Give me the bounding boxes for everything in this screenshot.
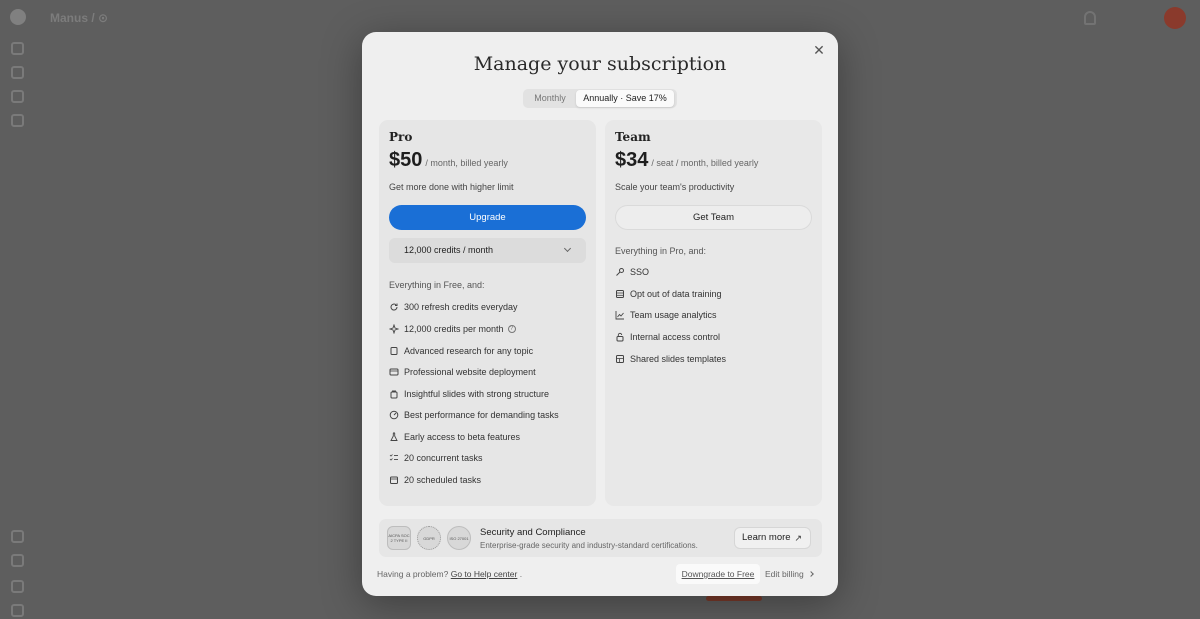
toggle-monthly[interactable]: Monthly	[524, 90, 576, 107]
credits-dropdown[interactable]: 12,000 credits / month	[389, 238, 586, 263]
list-check-icon	[389, 453, 399, 463]
help-icon[interactable]: ?	[507, 325, 516, 333]
price-row: $50 / month, billed yearly	[389, 149, 508, 172]
background-app-title: Manus / ⊙	[50, 11, 109, 25]
sparkle-icon	[389, 324, 399, 334]
feature-item: Professional website deployment	[389, 365, 536, 379]
feature-item: Insightful slides with strong structure	[389, 387, 549, 401]
iso-27001-badge: ISO 27001	[447, 526, 471, 550]
price-note: / seat / month, billed yearly	[651, 158, 759, 168]
plan-price: $50	[389, 149, 423, 171]
learn-more-label: Learn more	[742, 532, 791, 543]
feature-item: Internal access control	[615, 330, 720, 344]
plan-name: Pro	[389, 130, 413, 144]
billing-period-toggle: Monthly Annually · Save 17%	[523, 89, 677, 108]
downgrade-to-free-link[interactable]: Downgrade to Free	[676, 564, 760, 584]
book-icon	[389, 346, 399, 356]
feature-item: 20 scheduled tasks	[389, 473, 481, 487]
feature-item: Advanced research for any topic	[389, 344, 533, 358]
plan-price: $34	[615, 149, 649, 171]
speed-icon	[389, 410, 399, 420]
key-icon	[615, 267, 625, 277]
edit-billing-label: Edit billing	[765, 569, 804, 579]
edit-billing-link[interactable]: Edit billing	[765, 569, 814, 579]
help-icon	[11, 580, 24, 593]
feature-item: 300 refresh credits everyday	[389, 300, 518, 314]
plan-description: Scale your team's productivity	[615, 182, 735, 192]
feature-item: SSO	[615, 265, 649, 279]
folder-icon	[11, 90, 24, 103]
feature-item: Early access to beta features	[389, 430, 520, 444]
chart-icon	[615, 310, 625, 320]
gdpr-badge: GDPR	[417, 526, 441, 550]
feature-item: Best performance for demanding tasks	[389, 408, 559, 422]
feature-item: Opt out of data training	[615, 287, 722, 301]
feature-item: Team usage analytics	[615, 308, 717, 322]
browser-icon	[389, 367, 399, 377]
feature-item: 12,000 credits per month ?	[389, 322, 516, 336]
template-icon	[615, 354, 625, 364]
team-plan-card: Team $34 / seat / month, billed yearly S…	[605, 120, 822, 506]
price-note: / month, billed yearly	[425, 158, 508, 168]
chevron-right-icon	[807, 571, 814, 577]
price-row: $34 / seat / month, billed yearly	[615, 149, 758, 172]
pro-plan-card: Pro $50 / month, billed yearly Get more …	[379, 120, 596, 506]
learn-more-button[interactable]: Learn more ↗	[734, 527, 811, 549]
get-team-button[interactable]: Get Team	[615, 205, 812, 230]
help-center-link[interactable]: Go to Help center	[451, 569, 518, 579]
flask-icon	[389, 432, 399, 442]
security-compliance-bar: AICPA SOC 2 TYPE II GDPR ISO 27001 Secur…	[379, 519, 822, 557]
credits-selected-value: 12,000 credits / month	[404, 245, 494, 255]
apps-icon	[11, 554, 24, 567]
help-footer: Having a problem? Go to Help center .	[377, 569, 522, 579]
notification-icon	[1084, 11, 1096, 25]
plan-description: Get more done with higher limit	[389, 182, 514, 192]
collapse-icon	[11, 604, 24, 617]
features-heading: Everything in Free, and:	[389, 280, 485, 290]
features-heading: Everything in Pro, and:	[615, 246, 707, 256]
database-icon	[615, 289, 625, 299]
modal-title: Manage your subscription	[473, 53, 727, 75]
library-icon	[11, 114, 24, 127]
plan-name: Team	[615, 130, 651, 144]
background-sidebar	[0, 0, 36, 619]
slides-icon	[389, 389, 399, 399]
calendar-icon	[389, 475, 399, 485]
external-arrow-icon: ↗	[794, 533, 802, 543]
feature-item: 20 concurrent tasks	[389, 451, 483, 465]
toggle-annually[interactable]: Annually · Save 17%	[576, 90, 674, 107]
search-icon	[11, 66, 24, 79]
avatar	[1164, 7, 1186, 29]
aicpa-soc2-badge: AICPA SOC 2 TYPE II	[387, 526, 411, 550]
refresh-icon	[389, 302, 399, 312]
app-logo-icon	[10, 9, 26, 25]
settings-icon	[11, 530, 24, 543]
chevron-down-icon	[563, 244, 572, 253]
security-title: Security and Compliance	[480, 527, 586, 538]
problem-text: Having a problem?	[377, 569, 449, 579]
feature-item: Shared slides templates	[615, 352, 726, 366]
subscription-modal: ✕ Manage your subscription Monthly Annua…	[362, 32, 838, 596]
lock-icon	[615, 332, 625, 342]
panel-icon	[11, 42, 24, 55]
security-subtitle: Enterprise-grade security and industry-s…	[480, 541, 698, 550]
footer-period: .	[519, 569, 523, 579]
upgrade-button[interactable]: Upgrade	[389, 205, 586, 230]
background-element	[706, 596, 762, 601]
